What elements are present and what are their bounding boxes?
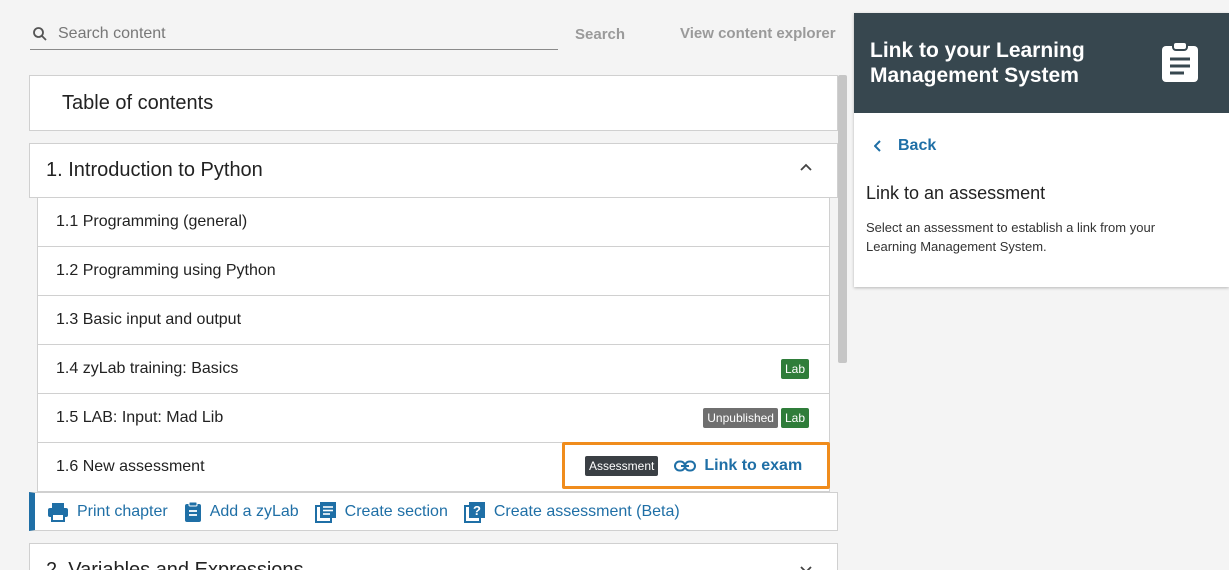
assessment-badge: Assessment — [585, 455, 659, 476]
back-button[interactable]: Back — [874, 137, 936, 155]
section-item[interactable]: 1.1 Programming (general) — [37, 198, 830, 247]
toc-title-text: Table of contents — [62, 91, 214, 114]
create-assessment-label: Create assessment (Beta) — [493, 502, 680, 520]
chevron-left-icon — [874, 140, 881, 152]
lms-link-panel: Link to your Learning Management System … — [854, 13, 1229, 287]
svg-text:?: ? — [473, 503, 481, 518]
print-chapter-label: Print chapter — [77, 502, 168, 520]
chapter-title: 1. Introduction to Python — [46, 159, 263, 181]
section-item[interactable]: 1.2 Programming using Python — [37, 247, 830, 296]
search-input[interactable] — [58, 24, 538, 43]
section-item[interactable]: 1.4 zyLab training: Basics Lab — [37, 345, 830, 394]
chevron-down-icon[interactable] — [799, 564, 813, 570]
section-label: 1.2 Programming using Python — [56, 262, 276, 279]
search-bar — [30, 18, 558, 50]
view-content-explorer-button[interactable]: View content explorer — [680, 25, 836, 42]
printer-icon — [48, 502, 68, 522]
panel-header: Link to your Learning Management System — [854, 13, 1229, 113]
link-to-exam-label: Link to exam — [704, 456, 803, 474]
library-add-icon — [314, 501, 336, 523]
assignment-icon — [1162, 41, 1198, 82]
clipboard-icon — [184, 501, 201, 522]
add-zylab-label: Add a zyLab — [209, 502, 299, 520]
panel-description: Select an assessment to establish a link… — [866, 220, 1156, 254]
search-button[interactable]: Search — [575, 26, 625, 43]
search-icon — [33, 26, 47, 41]
add-zylab-button[interactable]: Add a zyLab — [184, 501, 299, 523]
create-section-button[interactable]: Create section — [314, 501, 448, 523]
create-section-label: Create section — [344, 502, 448, 520]
lab-badge: Lab — [780, 359, 809, 379]
panel-title: Link to your Learning Management System — [870, 39, 1085, 87]
quiz-icon: ? — [463, 501, 485, 523]
scrollbar[interactable] — [838, 75, 847, 363]
section-item[interactable]: 1.3 Basic input and output — [37, 296, 830, 345]
panel-subtitle: Link to an assessment — [866, 183, 1046, 203]
back-label: Back — [898, 137, 937, 154]
section-label: 1.3 Basic input and output — [56, 311, 242, 328]
chapter-header[interactable]: 2. Variables and Expressions — [29, 543, 838, 570]
print-chapter-button[interactable]: Print chapter — [47, 502, 168, 522]
link-icon — [674, 460, 697, 471]
chapter-actions: Print chapter Add a zyLab Create section… — [29, 492, 838, 531]
link-to-exam-button[interactable]: Link to exam — [674, 457, 802, 475]
chapter-header[interactable]: 1. Introduction to Python — [29, 143, 838, 198]
link-to-exam-highlight: Assessment Link to exam — [562, 442, 830, 489]
section-label: 1.6 New assessment — [56, 458, 205, 475]
create-assessment-button[interactable]: ? Create assessment (Beta) — [463, 501, 680, 523]
section-label: 1.1 Programming (general) — [56, 213, 248, 230]
section-label: 1.5 LAB: Input: Mad Lib — [56, 409, 224, 426]
toc-title: Table of contents — [29, 75, 838, 131]
unpublished-badge: Unpublished — [703, 408, 778, 428]
lab-badge: Lab — [780, 408, 809, 428]
section-label: 1.4 zyLab training: Basics — [56, 360, 239, 377]
chevron-up-icon[interactable] — [799, 162, 813, 172]
chapter-title: 2. Variables and Expressions — [46, 559, 304, 570]
section-item[interactable]: 1.5 LAB: Input: Mad Lib Unpublished Lab — [37, 394, 830, 443]
